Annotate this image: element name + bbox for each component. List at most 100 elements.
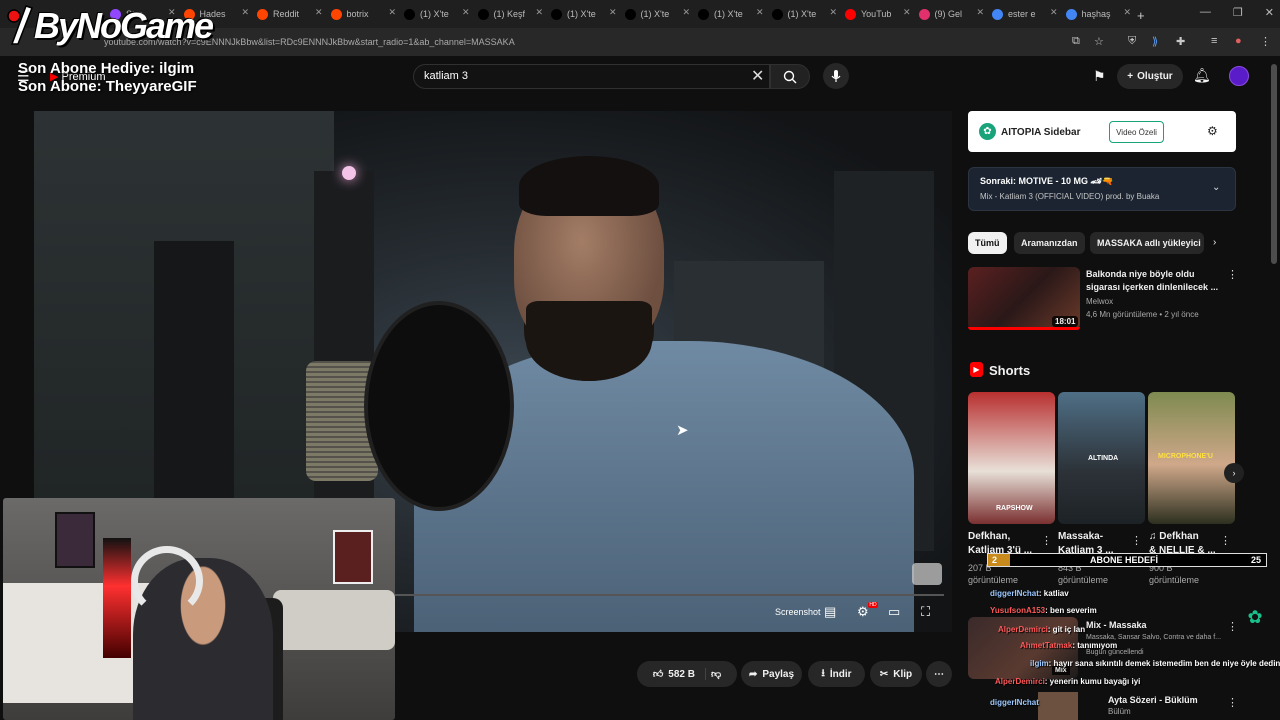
tab-close-icon[interactable]: ✕ <box>756 7 764 18</box>
create-button[interactable]: + Oluştur <box>1117 64 1183 89</box>
notifications-bell-icon[interactable]: 🔔︎ <box>1193 67 1211 84</box>
thumbs-up-icon: 👍︎ <box>652 669 664 680</box>
close-window-icon[interactable]: ✕ <box>1265 6 1274 19</box>
browser-tab[interactable]: haşhaş ✕ <box>1065 4 1134 24</box>
tab-close-icon[interactable]: ✕ <box>829 7 837 18</box>
aitopia-floating-icon[interactable]: ✿ <box>1243 605 1267 629</box>
tab-close-icon[interactable]: ✕ <box>241 7 249 18</box>
more-options-icon[interactable]: ⋮ <box>1131 534 1142 547</box>
chat-message: AlperDemirci: git iç lan <box>998 625 1086 634</box>
tab-close-icon[interactable]: ✕ <box>976 7 984 18</box>
chip-uploader[interactable]: MASSAKA adlı yükleyici <box>1090 232 1204 254</box>
tab-favicon-icon <box>624 8 636 20</box>
tab-close-icon[interactable]: ✕ <box>1123 7 1131 18</box>
more-options-icon[interactable]: ⋮ <box>1227 268 1238 281</box>
browser-menu-icon[interactable]: ⋮ <box>1260 35 1271 48</box>
tab-label: YouTub <box>861 9 892 19</box>
voice-search-button[interactable] <box>823 63 849 89</box>
subtitles-icon[interactable]: ▤ <box>824 604 836 620</box>
search-button[interactable] <box>770 64 810 89</box>
clip-button[interactable]: ✂ Klip <box>870 661 922 687</box>
profile-icon[interactable]: ● <box>1235 35 1242 47</box>
tab-label: (1) X'te <box>567 9 596 19</box>
more-actions-button[interactable]: ⋯ <box>926 661 952 687</box>
chat-message: YusufsonA153: ben severim <box>990 606 1097 615</box>
tab-close-icon[interactable]: ✕ <box>535 7 543 18</box>
extension-shield-icon[interactable]: ⛨ <box>1128 35 1136 48</box>
recommended-title[interactable]: Balkonda niye böyle oldu sigarası içerke… <box>1086 268 1221 294</box>
browser-tab[interactable]: ester e ✕ <box>992 4 1060 24</box>
tab-close-icon[interactable]: ✕ <box>609 7 617 18</box>
streamer-logo: ByNoGame <box>4 4 214 48</box>
install-app-icon[interactable]: ⧉ <box>1072 35 1080 48</box>
shorts-next-arrow-icon[interactable]: › <box>1224 463 1244 483</box>
tab-label: (1) X'te <box>787 9 817 19</box>
cast-icon[interactable]: ⚑ <box>1093 68 1106 85</box>
recommended-thumbnail[interactable] <box>1038 692 1078 720</box>
webcam-couch <box>273 590 395 650</box>
browser-tab[interactable]: (1) X'te ✕ <box>698 4 766 24</box>
fullscreen-icon[interactable]: ⛶ <box>921 604 930 620</box>
browser-tab[interactable]: (1) X'te ✕ <box>624 4 693 24</box>
share-button[interactable]: ➦ Paylaş <box>741 661 802 687</box>
chip-all[interactable]: Tümü <box>968 232 1007 254</box>
new-tab-button[interactable]: + <box>1137 5 1145 25</box>
browser-tab[interactable]: (1) X'te ✕ <box>404 4 472 24</box>
tab-close-icon[interactable]: ✕ <box>1050 7 1058 18</box>
tab-favicon-icon <box>257 8 268 20</box>
short-tag: ALTINDA <box>1088 455 1119 462</box>
chip-from-search[interactable]: Aramanızdan <box>1014 232 1085 254</box>
playlist-subtitle: Mix - Katliam 3 (OFFICIAL VIDEO) prod. b… <box>980 192 1160 201</box>
minimize-icon[interactable]: — <box>1200 6 1211 19</box>
theater-mode-icon[interactable]: ▭ <box>888 604 900 620</box>
tab-close-icon[interactable]: ✕ <box>315 7 323 18</box>
restore-icon[interactable]: ❐ <box>1233 6 1243 19</box>
more-options-icon[interactable]: ⋮ <box>1227 620 1238 633</box>
more-options-icon[interactable]: ⋮ <box>1227 696 1238 709</box>
tab-close-icon[interactable]: ✕ <box>903 7 911 18</box>
browser-tab[interactable]: (9) Gel ✕ <box>918 4 987 24</box>
dislike-button[interactable]: 👎︎ <box>711 668 721 680</box>
translate-extension-icon[interactable]: ⟫ <box>1152 35 1158 48</box>
search-query[interactable]: katliam 3 <box>424 70 468 82</box>
browser-tab[interactable]: Reddit ✕ <box>257 4 325 24</box>
user-avatar[interactable] <box>1229 66 1249 86</box>
mouse-cursor-icon: ➤ <box>676 422 689 439</box>
short-thumbnail[interactable]: ALTINDA <box>1058 392 1145 524</box>
short-thumbnail[interactable]: RAPSHOW <box>968 392 1055 524</box>
bookmark-star-icon[interactable]: ☆ <box>1094 35 1104 48</box>
screenshot-button[interactable]: Screenshot <box>775 607 821 617</box>
aitopia-title: AITOPIA Sidebar <box>1001 127 1081 138</box>
tab-close-icon[interactable]: ✕ <box>388 7 396 18</box>
tab-favicon-icon <box>404 8 415 20</box>
recommended-title[interactable]: Ayta Sözeri - Büklüm <box>1108 695 1198 705</box>
browser-tab[interactable]: YouTub ✕ <box>845 4 913 24</box>
extensions-puzzle-icon[interactable]: ✚ <box>1176 35 1185 48</box>
media-controls-icon[interactable]: ≡ <box>1211 35 1217 47</box>
more-options-icon[interactable]: ⋮ <box>1220 534 1231 547</box>
browser-tab[interactable]: (1) X'te ✕ <box>771 4 840 24</box>
settings-gear-icon[interactable]: ⚙ <box>857 604 869 620</box>
tab-close-icon[interactable]: ✕ <box>462 7 470 18</box>
playlist-panel[interactable] <box>968 167 1236 211</box>
short-thumbnail[interactable]: MICROPHONE'U <box>1148 392 1235 524</box>
tab-label: (1) X'te <box>714 9 743 19</box>
chevron-down-icon[interactable]: ⌄ <box>1212 182 1220 193</box>
browser-tab[interactable]: (1) Keşf ✕ <box>477 4 546 24</box>
aitopia-settings-gear-icon[interactable]: ⚙ <box>1207 124 1218 138</box>
download-button[interactable]: ⭳ İndir <box>808 661 865 687</box>
mix-title[interactable]: Mix - Massaka <box>1086 620 1147 630</box>
webcam-rgb-lamp <box>103 538 131 658</box>
chevron-right-icon[interactable]: › <box>1213 237 1216 248</box>
like-button[interactable]: 👍︎ 582 B <box>653 668 706 680</box>
page-scrollbar[interactable] <box>1271 64 1277 264</box>
clear-search-icon[interactable]: ✕ <box>751 66 764 86</box>
short-tag: MICROPHONE'U <box>1158 453 1213 460</box>
browser-tab[interactable]: (1) X'te ✕ <box>551 4 619 24</box>
aitopia-video-button[interactable]: Video Özeli <box>1109 121 1164 143</box>
tab-close-icon[interactable]: ✕ <box>682 7 690 18</box>
browser-tab[interactable]: botrix ✕ <box>330 4 399 24</box>
search-icon <box>783 70 797 83</box>
recommended-channel[interactable]: Melwox <box>1086 297 1113 306</box>
more-options-icon[interactable]: ⋮ <box>1041 534 1052 547</box>
